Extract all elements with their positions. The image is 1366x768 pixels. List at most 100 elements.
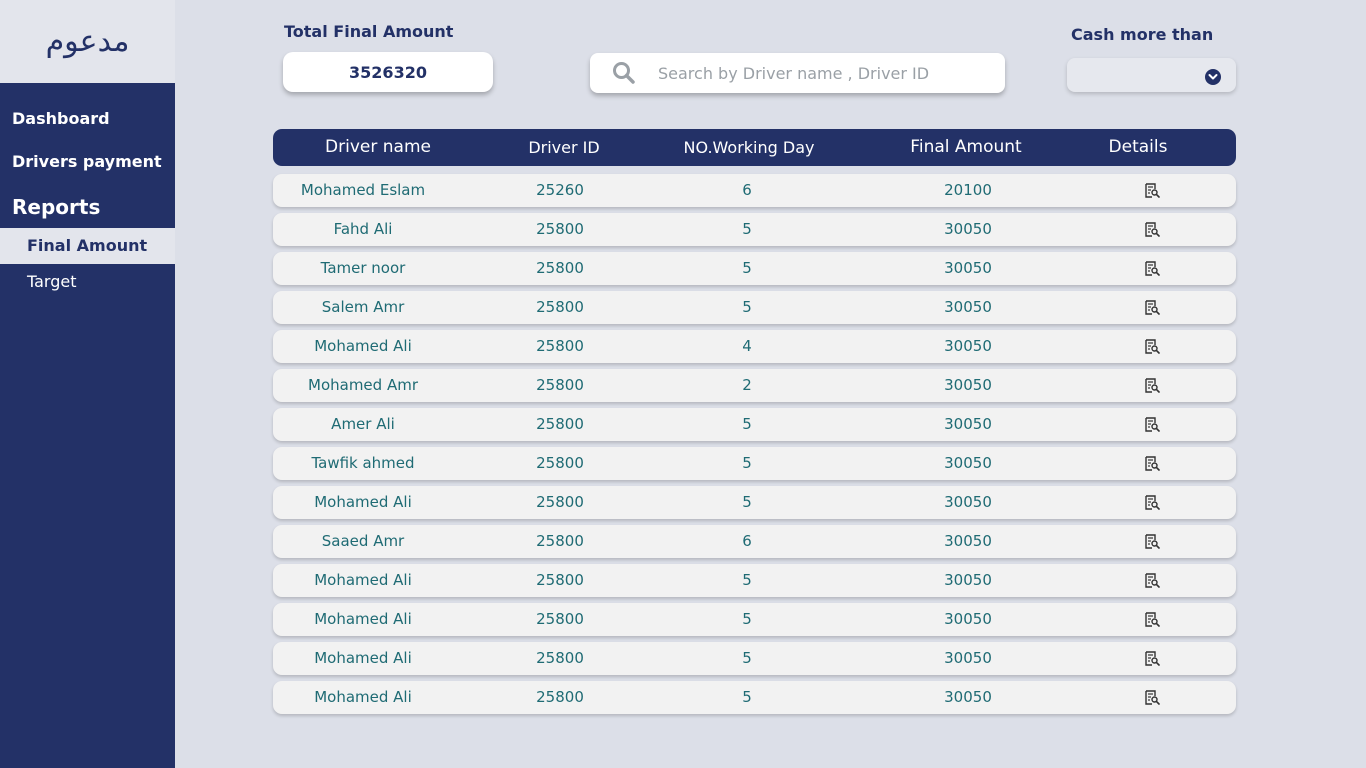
final-amount-cell: 30050 — [944, 220, 992, 238]
table-header: Driver name Driver ID NO.Working Day Fin… — [273, 129, 1236, 166]
final-amount-cell: 30050 — [944, 493, 992, 511]
table-body: Mohamed Eslam 25260 6 20100 Fahd Ali 258… — [273, 174, 1236, 720]
table-row: Saaed Amr 25800 6 30050 — [273, 525, 1236, 558]
working-days-cell: 5 — [742, 610, 752, 628]
final-amount-cell: 30050 — [944, 415, 992, 433]
sidebar-item-drivers-payment[interactable]: Drivers payment — [0, 151, 175, 173]
driver-name-cell: Salem Amr — [321, 298, 405, 316]
final-amount-cell: 30050 — [944, 610, 992, 628]
search-bar[interactable] — [590, 53, 1005, 93]
driver-name-cell: Saaed Amr — [321, 532, 405, 550]
document-search-icon[interactable] — [1145, 339, 1160, 354]
driver-id-cell: 25800 — [536, 415, 584, 433]
driver-id-cell: 25800 — [536, 337, 584, 355]
driver-name-cell: Amer Ali — [331, 415, 395, 433]
working-days-cell: 5 — [742, 493, 752, 511]
working-days-cell: 5 — [742, 415, 752, 433]
driver-id-cell: 25800 — [536, 376, 584, 394]
app-logo[interactable]: مدعوم — [46, 24, 130, 59]
table-row: Amer Ali 25800 5 30050 — [273, 408, 1236, 441]
working-days-cell: 5 — [742, 454, 752, 472]
column-header-details[interactable]: Details — [1109, 129, 1168, 166]
cash-more-than-select[interactable] — [1067, 58, 1236, 92]
document-search-icon[interactable] — [1145, 222, 1160, 237]
driver-name-cell: Mohamed Eslam — [300, 181, 426, 199]
driver-id-cell: 25800 — [536, 493, 584, 511]
document-search-icon[interactable] — [1145, 183, 1160, 198]
driver-name-cell: Mohamed Amr — [308, 376, 418, 394]
driver-name-cell: Mohamed Ali — [314, 571, 412, 589]
document-search-icon[interactable] — [1145, 261, 1160, 276]
working-days-cell: 5 — [742, 220, 752, 238]
final-amount-cell: 30050 — [944, 454, 992, 472]
sidebar-item-reports[interactable]: Reports — [0, 194, 175, 220]
driver-name-cell: Tawfik ahmed — [311, 454, 415, 472]
cash-more-than-label: Cash more than — [1071, 25, 1214, 44]
sidebar-subitem-target[interactable]: Target — [0, 264, 175, 300]
document-search-icon[interactable] — [1145, 573, 1160, 588]
working-days-cell: 6 — [742, 181, 752, 199]
column-header-working-days[interactable]: NO.Working Day — [684, 129, 815, 166]
driver-id-cell: 25800 — [536, 610, 584, 628]
total-final-amount-label: Total Final Amount — [284, 22, 454, 41]
logo-area: مدعوم — [0, 0, 175, 83]
driver-id-cell: 25800 — [536, 454, 584, 472]
table-row: Mohamed Amr 25800 2 30050 — [273, 369, 1236, 402]
working-days-cell: 5 — [742, 688, 752, 706]
document-search-icon[interactable] — [1145, 300, 1160, 315]
driver-id-cell: 25800 — [536, 688, 584, 706]
working-days-cell: 5 — [742, 571, 752, 589]
document-search-icon[interactable] — [1145, 495, 1160, 510]
driver-name-cell: Mohamed Ali — [314, 649, 412, 667]
driver-name-cell: Mohamed Ali — [314, 688, 412, 706]
working-days-cell: 5 — [742, 298, 752, 316]
chevron-down-icon[interactable] — [1205, 69, 1221, 85]
driver-name-cell: Mohamed Ali — [314, 493, 412, 511]
driver-id-cell: 25800 — [536, 220, 584, 238]
driver-name-cell: Mohamed Ali — [314, 610, 412, 628]
sidebar-item-dashboard[interactable]: Dashboard — [0, 108, 175, 130]
working-days-cell: 4 — [742, 337, 752, 355]
column-header-final-amount[interactable]: Final Amount — [910, 129, 1021, 166]
table-row: Tamer noor 25800 5 30050 — [273, 252, 1236, 285]
driver-name-cell: Tamer noor — [320, 259, 406, 277]
driver-name-cell: Fahd Ali — [333, 220, 393, 238]
document-search-icon[interactable] — [1145, 690, 1160, 705]
table-row: Salem Amr 25800 5 30050 — [273, 291, 1236, 324]
driver-id-cell: 25800 — [536, 298, 584, 316]
working-days-cell: 6 — [742, 532, 752, 550]
driver-id-cell: 25800 — [536, 259, 584, 277]
table-row: Mohamed Ali 25800 5 30050 — [273, 681, 1236, 714]
document-search-icon[interactable] — [1145, 456, 1160, 471]
table-row: Mohamed Ali 25800 5 30050 — [273, 486, 1236, 519]
working-days-cell: 5 — [742, 259, 752, 277]
final-amount-cell: 30050 — [944, 571, 992, 589]
final-amount-cell: 30050 — [944, 532, 992, 550]
driver-name-cell: Mohamed Ali — [314, 337, 412, 355]
column-header-driver-id[interactable]: Driver ID — [528, 129, 599, 166]
final-amount-cell: 30050 — [944, 298, 992, 316]
table-row: Fahd Ali 25800 5 30050 — [273, 213, 1236, 246]
sidebar-subitem-final-amount[interactable]: Final Amount — [0, 228, 175, 264]
column-header-driver-name[interactable]: Driver name — [325, 129, 431, 166]
driver-id-cell: 25260 — [536, 181, 584, 199]
search-input[interactable] — [658, 63, 998, 83]
final-amount-cell: 30050 — [944, 649, 992, 667]
final-amount-cell: 30050 — [944, 688, 992, 706]
document-search-icon[interactable] — [1145, 612, 1160, 627]
document-search-icon[interactable] — [1145, 378, 1160, 393]
document-search-icon[interactable] — [1145, 417, 1160, 432]
table-row: Mohamed Ali 25800 5 30050 — [273, 603, 1236, 636]
sidebar: مدعوم Dashboard Drivers payment Reports … — [0, 0, 175, 768]
working-days-cell: 2 — [742, 376, 752, 394]
document-search-icon[interactable] — [1145, 534, 1160, 549]
document-search-icon[interactable] — [1145, 651, 1160, 666]
driver-id-cell: 25800 — [536, 571, 584, 589]
search-icon[interactable] — [612, 61, 636, 85]
driver-id-cell: 25800 — [536, 649, 584, 667]
total-final-amount-value: 3526320 — [283, 52, 493, 92]
table-row: Mohamed Ali 25800 5 30050 — [273, 642, 1236, 675]
driver-id-cell: 25800 — [536, 532, 584, 550]
working-days-cell: 5 — [742, 649, 752, 667]
final-amount-cell: 30050 — [944, 337, 992, 355]
